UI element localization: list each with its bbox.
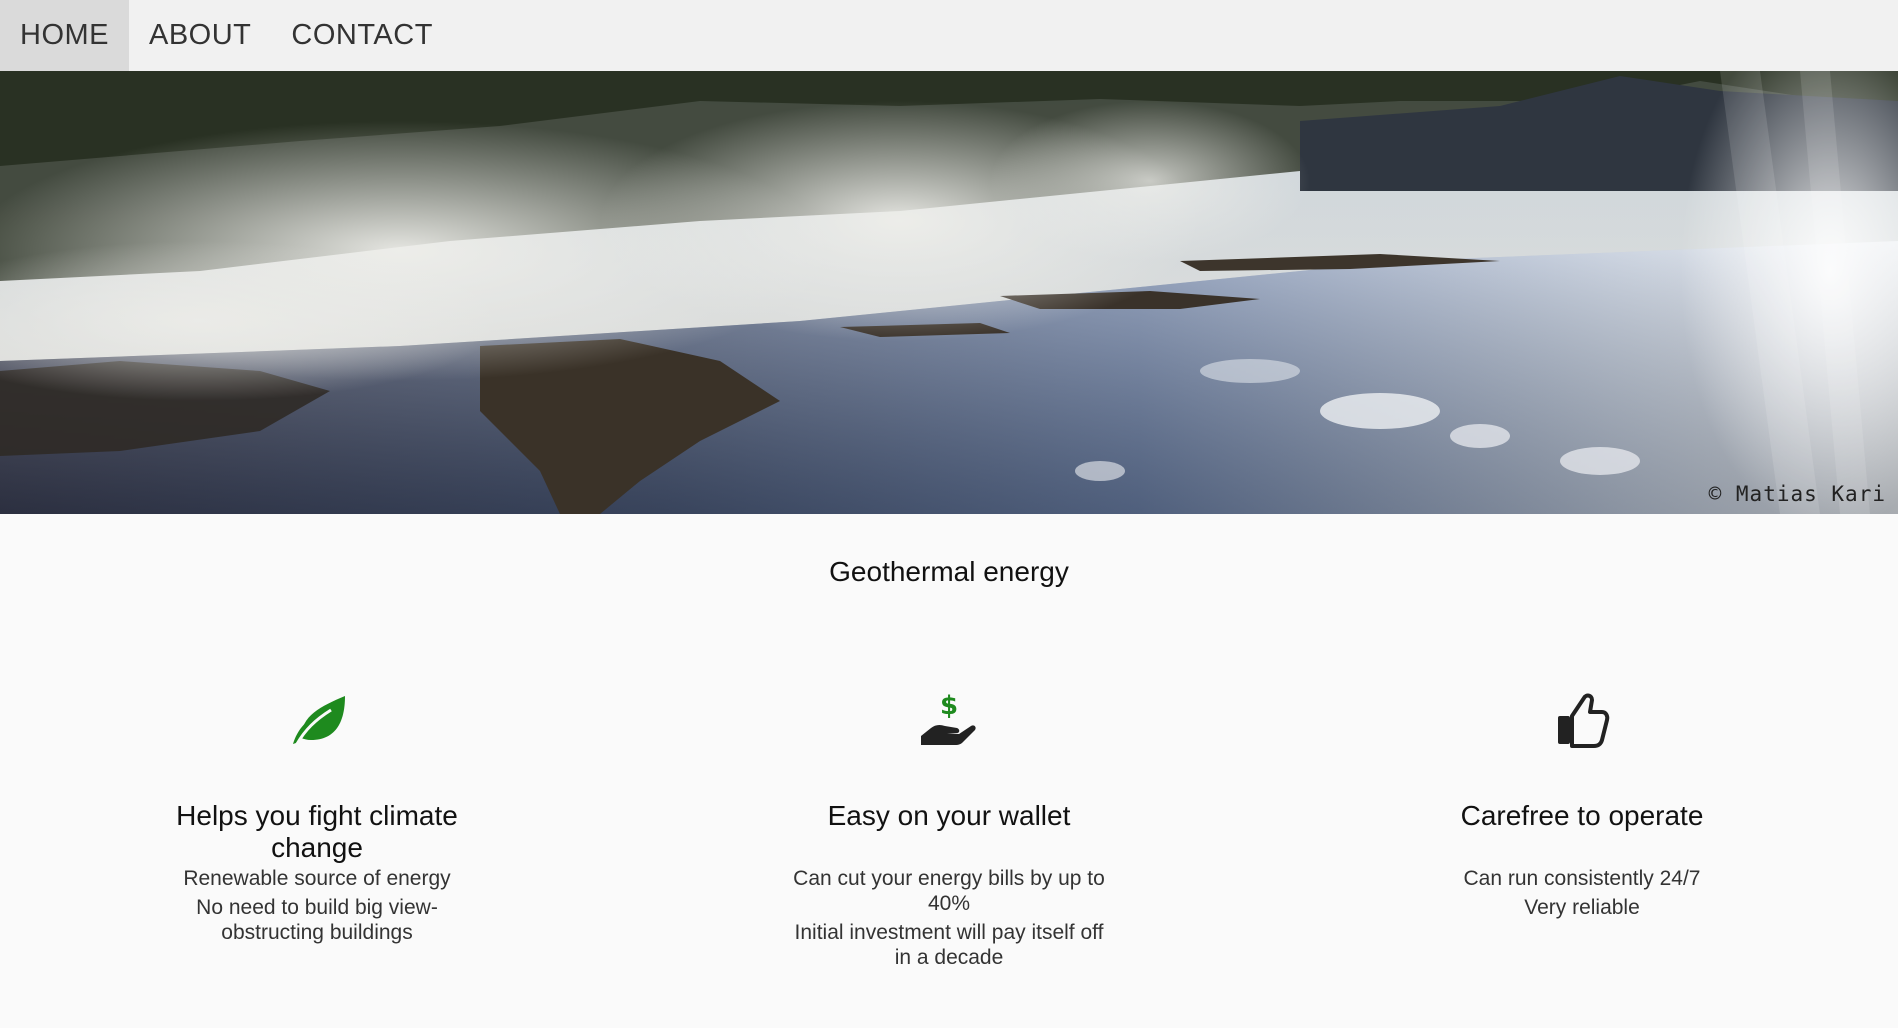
hot-spring-landscape — [0, 71, 1898, 514]
feature-description: Can cut your energy bills by up to 40% I… — [784, 866, 1114, 974]
feature-heading: Helps you fight climate change — [176, 800, 458, 863]
feature-line: Can run consistently 24/7 — [1463, 867, 1701, 890]
feature-line: Very reliable — [1524, 896, 1640, 919]
feature-line: Can cut your energy bills by up to 40% — [793, 867, 1105, 915]
nav-about[interactable]: ABOUT — [129, 0, 271, 71]
feature-description: Can run consistently 24/7 Very reliable — [1417, 866, 1747, 924]
top-navigation: HOME ABOUT CONTACT — [0, 0, 1898, 71]
feature-heading: Carefree to operate — [1460, 800, 1704, 831]
svg-text:$: $ — [940, 691, 958, 721]
photo-credit: © Matias Kari — [1708, 482, 1886, 506]
thumbs-up-icon — [1392, 680, 1772, 760]
hero-image: © Matias Kari — [0, 71, 1898, 514]
leaf-icon — [127, 680, 507, 760]
section-title: Geothermal energy — [829, 556, 1069, 587]
nav-contact[interactable]: CONTACT — [271, 0, 453, 71]
nav-home[interactable]: HOME — [0, 0, 129, 71]
feature-line: Renewable source of energy — [183, 867, 451, 890]
feature-description: Renewable source of energy No need to bu… — [152, 866, 482, 949]
feature-line: Initial investment will pay itself off i… — [794, 921, 1104, 969]
hand-dollar-icon: $ — [759, 680, 1139, 760]
feature-wallet: $ Easy on your wallet Can cut your energ… — [759, 680, 1139, 969]
feature-heading: Easy on your wallet — [827, 800, 1071, 831]
feature-carefree: Carefree to operate Can run consistently… — [1392, 680, 1772, 919]
feature-climate: Helps you fight climate change Renewable… — [127, 680, 507, 944]
feature-line: No need to build big view-obstructing bu… — [196, 896, 438, 944]
features-row: Helps you fight climate change Renewable… — [0, 680, 1898, 1000]
